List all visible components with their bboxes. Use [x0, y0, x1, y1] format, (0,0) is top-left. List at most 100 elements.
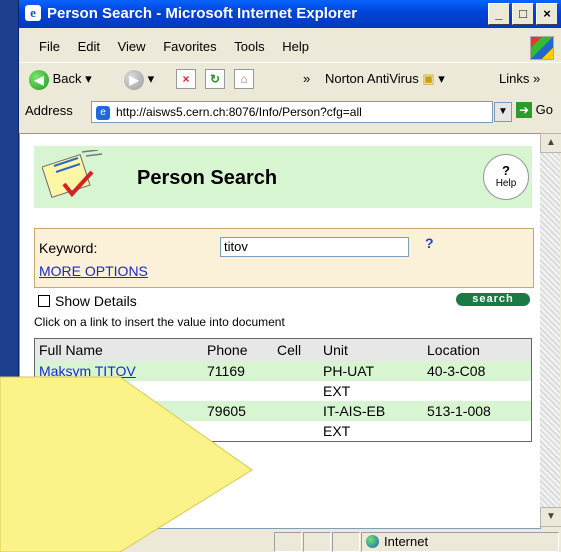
- unit-cell: EXT: [323, 383, 351, 399]
- keyword-label: Keyword:: [39, 240, 98, 256]
- back-label: Back: [52, 71, 82, 86]
- menu-tools[interactable]: Tools: [234, 39, 264, 54]
- minimize-button[interactable]: _: [488, 3, 510, 25]
- go-arrow-icon: ➜: [516, 102, 532, 118]
- status-bar: one Internet: [19, 530, 561, 552]
- phone-cell: [203, 421, 273, 442]
- phone-cell: 79605: [203, 401, 273, 421]
- status-zone: Internet: [361, 532, 559, 552]
- help-button[interactable]: ? Help: [483, 154, 529, 200]
- location-cell: 40-3-C08: [423, 361, 532, 381]
- keyword-input[interactable]: titov: [220, 237, 409, 257]
- page-header: Person Search ? Help: [34, 146, 532, 208]
- menu-edit[interactable]: Edit: [78, 39, 100, 54]
- toolbar-overflow-icon[interactable]: »: [303, 68, 310, 90]
- question-mark-icon: ?: [502, 163, 510, 178]
- web-content: Person Search ? Help Keyword: titov ? MO…: [19, 133, 541, 529]
- links-label: Links: [499, 71, 530, 86]
- instruction-text: Click on a link to insert the value into…: [34, 315, 285, 329]
- cell-cell: [273, 401, 319, 421]
- location-cell: 513-1-008: [423, 401, 532, 421]
- table-row: Maksym TITOV 71169 PH-UAT 40-3-C08: [34, 361, 532, 381]
- address-label: Address: [25, 103, 73, 118]
- status-text: one: [53, 534, 75, 549]
- col-full-name: Full Name: [34, 338, 203, 361]
- col-cell: Cell: [273, 338, 319, 361]
- page-title: Person Search: [137, 167, 278, 189]
- stop-icon: ×: [176, 69, 196, 89]
- unit-cell: PH-UAT: [319, 361, 423, 381]
- links-button[interactable]: Links »: [499, 68, 540, 90]
- checkbox-icon: [38, 295, 50, 307]
- cell-cell: [273, 361, 319, 381]
- address-url: http://aisws5.cern.ch:8076/Info/Person?c…: [116, 105, 362, 119]
- refresh-icon: ↻: [205, 69, 225, 89]
- address-bar: Address e http://aisws5.cern.ch:8076/Info…: [19, 98, 561, 126]
- home-icon: ⌂: [234, 69, 254, 89]
- col-phone: Phone: [203, 338, 273, 361]
- forward-arrow-icon: ▶: [124, 69, 144, 90]
- maximize-button[interactable]: □: [512, 3, 534, 25]
- ie-window: e Person Search - Microsoft Internet Exp…: [18, 0, 561, 552]
- scroll-down-icon[interactable]: ▼: [540, 507, 561, 527]
- norton-label: Norton AntiVirus: [325, 71, 419, 86]
- keyword-help-icon[interactable]: ?: [425, 235, 434, 251]
- go-button[interactable]: ➜ Go: [516, 102, 553, 118]
- status-segment: [332, 532, 360, 552]
- location-cell: [423, 421, 532, 442]
- address-input[interactable]: e http://aisws5.cern.ch:8076/Info/Person?…: [91, 101, 493, 123]
- location-cell: [423, 381, 532, 401]
- person-link[interactable]: Oleg TITOV: [39, 383, 113, 399]
- window-title: Person Search - Microsoft Internet Explo…: [47, 5, 358, 22]
- cell-cell: [273, 421, 319, 442]
- menu-view[interactable]: View: [118, 39, 146, 54]
- document-check-icon: [42, 150, 103, 199]
- window-controls: _ □ ×: [488, 3, 558, 25]
- stop-button[interactable]: ×: [176, 68, 196, 90]
- norton-icon: ▣: [422, 71, 435, 86]
- page-footer-text: and.: [170, 482, 202, 499]
- table-row: Oleg TITOV EXT: [35, 381, 532, 401]
- close-button[interactable]: ×: [536, 3, 558, 25]
- results-table: Full Name Phone Cell Unit Location Maksy…: [34, 338, 532, 442]
- chevron-down-icon: ▾: [85, 71, 92, 86]
- menu-file[interactable]: File: [39, 39, 60, 54]
- person-link[interactable]: TITOV: [39, 403, 80, 419]
- menu-bar: File Edit View Favorites Tools Help: [19, 36, 561, 58]
- back-arrow-icon: ◀: [29, 69, 49, 90]
- phone-cell: 71169: [203, 361, 273, 381]
- phone-cell: [203, 381, 273, 401]
- home-button[interactable]: ⌂: [234, 68, 254, 90]
- page-icon: e: [96, 105, 110, 120]
- chevron-down-icon: ▾: [438, 71, 445, 86]
- back-button[interactable]: ◀ Back ▾: [29, 68, 92, 90]
- ie-icon: e: [25, 5, 41, 21]
- status-segment: [274, 532, 302, 552]
- status-zone-label: Internet: [384, 534, 429, 549]
- chevron-down-icon: ▾: [147, 71, 155, 86]
- table-header: Full Name Phone Cell Unit Location: [34, 338, 532, 361]
- status-segment: [303, 532, 331, 552]
- vertical-scrollbar[interactable]: ▲ ▼: [540, 133, 561, 527]
- col-location: Location: [423, 338, 532, 361]
- unit-cell: IT-AIS-EB: [319, 401, 423, 421]
- forward-button[interactable]: ▶ ▾: [124, 68, 154, 90]
- search-button[interactable]: search: [456, 293, 530, 306]
- menu-help[interactable]: Help: [282, 39, 309, 54]
- table-row: TITOV 79605 IT-AIS-EB 513-1-008: [34, 401, 532, 421]
- scroll-up-icon[interactable]: ▲: [540, 133, 561, 153]
- cell-cell: [273, 381, 319, 401]
- help-label: Help: [495, 178, 517, 189]
- globe-icon: [366, 535, 379, 548]
- menu-favorites[interactable]: Favorites: [163, 39, 216, 54]
- search-panel: Keyword: titov ? MORE OPTIONS: [34, 228, 534, 288]
- toolbar: ◀ Back ▾ ▶ ▾ × ↻ ⌂ » Norton AntiVirus ▣ …: [19, 62, 561, 95]
- more-options-link[interactable]: MORE OPTIONS: [39, 263, 148, 279]
- show-details-checkbox[interactable]: Show Details: [38, 293, 137, 309]
- refresh-button[interactable]: ↻: [205, 68, 225, 90]
- person-link[interactable]: Maksym TITOV: [39, 363, 136, 379]
- col-unit: Unit: [319, 338, 423, 361]
- norton-antivirus-button[interactable]: Norton AntiVirus ▣ ▾: [325, 68, 445, 90]
- address-dropdown-icon[interactable]: ▼: [494, 102, 512, 122]
- title-bar: e Person Search - Microsoft Internet Exp…: [19, 0, 561, 28]
